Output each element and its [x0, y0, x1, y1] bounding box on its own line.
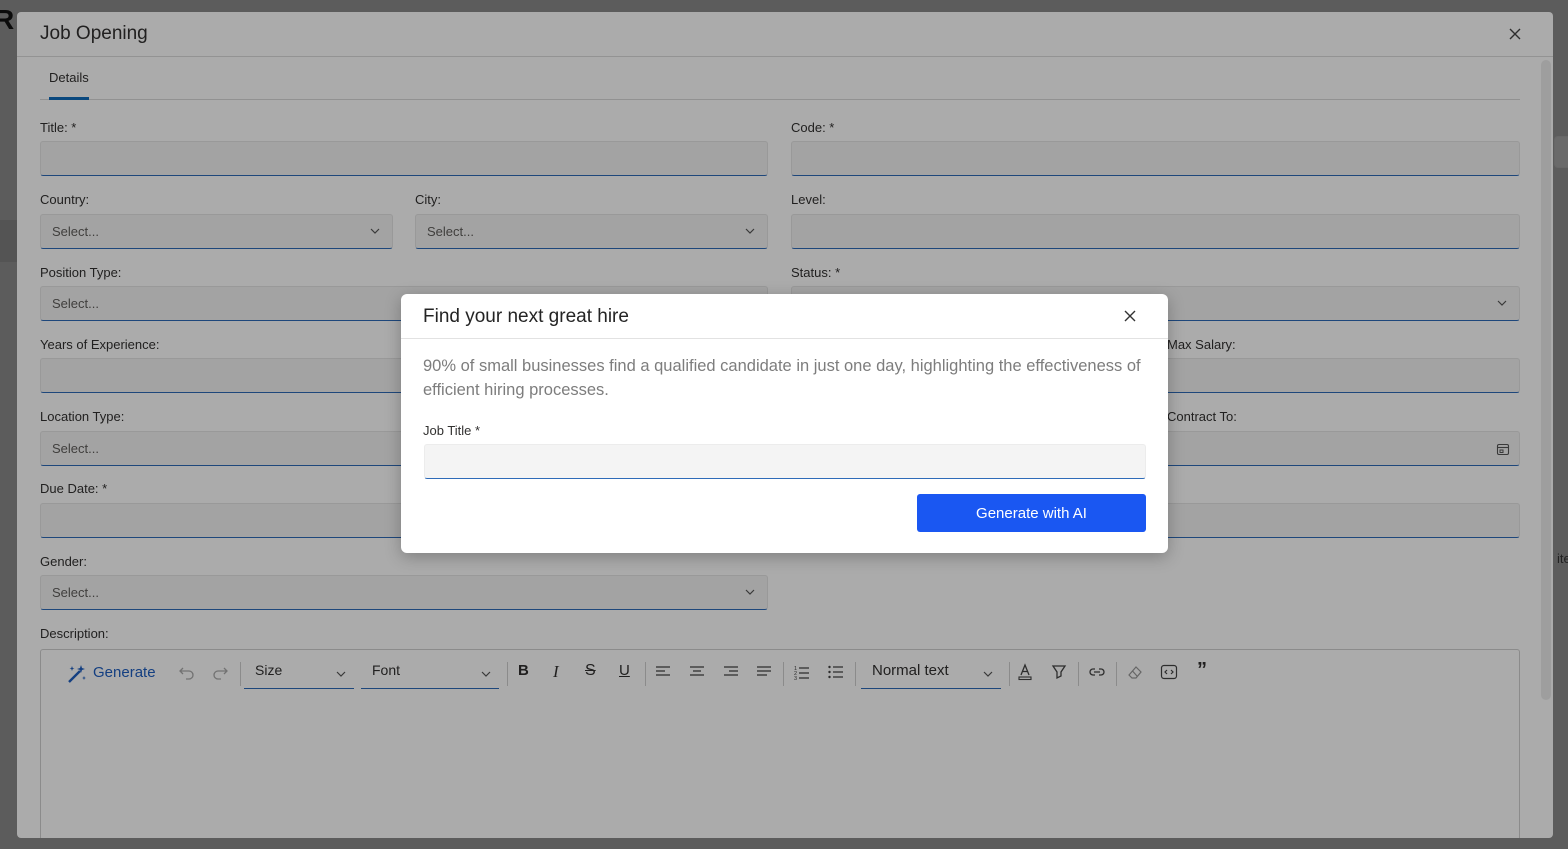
- job-title-label: Job Title *: [423, 423, 481, 438]
- job-title-input[interactable]: [424, 444, 1146, 479]
- close-icon[interactable]: [1122, 308, 1138, 324]
- ai-hire-popup: Find your next great hire 90% of small b…: [401, 294, 1168, 553]
- popup-header: Find your next great hire: [401, 294, 1168, 339]
- popup-title: Find your next great hire: [423, 306, 629, 327]
- popup-description: 90% of small businesses find a qualified…: [423, 357, 1141, 399]
- generate-with-ai-button[interactable]: Generate with AI: [917, 494, 1146, 532]
